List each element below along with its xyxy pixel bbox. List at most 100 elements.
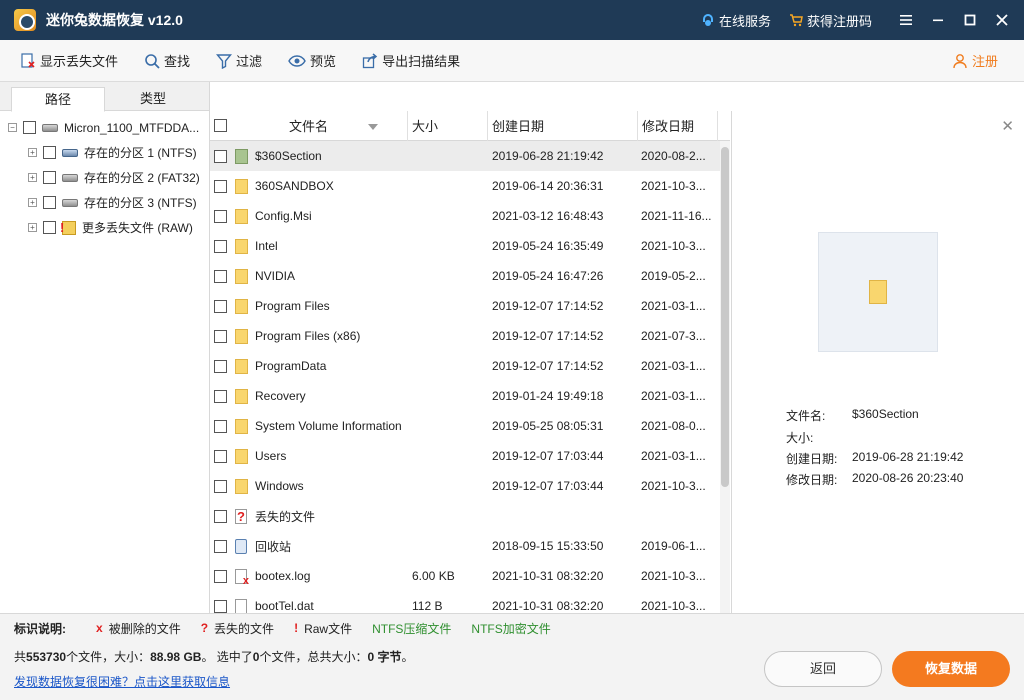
help-link[interactable]: 发现数据恢复很困难？点击这里获取信息 <box>14 673 230 690</box>
col-modified-header[interactable]: 修改日期 <box>638 111 718 141</box>
expand-toggle[interactable]: + <box>28 223 37 232</box>
file-row[interactable]: Recovery 2019-01-24 19:49:18 2021-03-1... <box>210 381 730 411</box>
preview-created-value: 2019-06-28 21:19:42 <box>852 450 964 464</box>
filter-button[interactable]: 过滤 <box>216 51 262 70</box>
online-service-link[interactable]: 在线服务 <box>701 11 771 30</box>
file-name-cell: 360SANDBOX <box>210 178 408 194</box>
file-checkbox[interactable] <box>214 239 227 253</box>
tree-checkbox[interactable] <box>43 171 56 184</box>
file-modified: 2021-10-3... <box>641 569 706 583</box>
menu-button[interactable] <box>890 0 922 40</box>
legend-ntfs-compressed: NTFS压缩文件 <box>372 621 452 636</box>
partition-drive-icon <box>62 148 78 157</box>
tree-item-partition-1[interactable]: + 存在的分区 1 (NTFS) <box>0 140 209 165</box>
scrollbar-thumb[interactable] <box>721 147 729 487</box>
file-modified: 2021-08-0... <box>641 419 706 433</box>
file-checkbox[interactable] <box>214 269 227 283</box>
file-row[interactable]: Config.Msi 2021-03-12 16:48:43 2021-11-16.… <box>210 201 730 231</box>
expand-toggle[interactable]: + <box>28 173 37 182</box>
file-checkbox[interactable] <box>214 179 227 193</box>
file-icon <box>235 598 247 613</box>
file-row[interactable]: Users 2019-12-07 17:03:44 2021-03-1... <box>210 441 730 471</box>
file-row[interactable]: Program Files (x86) 2019-12-07 17:14:52 20… <box>210 321 730 351</box>
preview-created-row: 创建日期: 2019-06-28 21:19:42 <box>786 450 963 467</box>
get-code-link[interactable]: 获得注册码 <box>789 11 872 30</box>
preview-button[interactable]: 预览 <box>288 51 336 70</box>
tree-checkbox[interactable] <box>43 146 56 159</box>
left-pane: 路径 类型 − Micron_1100_MTFDDA... + 存在的分区 1 … <box>0 82 210 613</box>
preview-name-label: 文件名: <box>786 409 826 423</box>
file-modified: 2021-03-1... <box>641 449 706 463</box>
col-name-label: 文件名 <box>289 119 329 134</box>
file-checkbox[interactable] <box>214 299 227 313</box>
file-name-cell: Recovery <box>210 388 408 404</box>
file-row[interactable]: Program Files 2019-12-07 17:14:52 2021-03-… <box>210 291 730 321</box>
maximize-icon <box>964 14 976 26</box>
tree-item-partition-2[interactable]: + 存在的分区 2 (FAT32) <box>0 165 209 190</box>
file-row[interactable]: Intel 2019-05-24 16:35:49 2021-10-3... <box>210 231 730 261</box>
file-checkbox[interactable] <box>214 359 227 373</box>
file-row[interactable]: Windows 2019-12-07 17:03:44 2021-10-3... <box>210 471 730 501</box>
raw-mark-icon: ! <box>294 621 299 635</box>
file-checkbox[interactable] <box>214 389 227 403</box>
search-icon <box>145 53 160 69</box>
file-size: 6.00 KB <box>412 569 455 583</box>
tree-checkbox[interactable] <box>43 196 56 209</box>
tree-item-lost-files[interactable]: + 更多丢失文件 (RAW) <box>0 215 209 240</box>
file-checkbox[interactable] <box>214 539 227 553</box>
file-row[interactable]: bootex.log 6.00 KB 2021-10-31 08:32:20 2021… <box>210 561 730 591</box>
file-checkbox[interactable] <box>214 599 227 613</box>
col-created-header[interactable]: 创建日期 <box>488 111 638 141</box>
recover-button[interactable]: 恢复数据 <box>892 651 1010 687</box>
file-row[interactable]: System Volume Information 2019-05-25 08:0… <box>210 411 730 441</box>
back-button[interactable]: 返回 <box>764 651 882 687</box>
collapse-toggle[interactable]: − <box>8 123 17 132</box>
expand-toggle[interactable]: + <box>28 198 37 207</box>
tree-root-disk[interactable]: − Micron_1100_MTFDDA... <box>0 115 209 140</box>
tab-path[interactable]: 路径 <box>11 87 105 112</box>
file-checkbox[interactable] <box>214 479 227 493</box>
file-row[interactable]: bootTel.dat 112 B 2021-10-31 08:32:20 2021-… <box>210 591 730 613</box>
legend-raw: ! Raw文件 <box>294 620 352 637</box>
tab-type[interactable]: 类型 <box>106 87 200 111</box>
file-name: System Volume Information <box>255 419 402 433</box>
user-icon <box>953 53 967 68</box>
tree-checkbox[interactable] <box>43 221 56 234</box>
file-checkbox[interactable] <box>214 419 227 433</box>
folder-icon <box>869 280 887 304</box>
file-checkbox[interactable] <box>214 449 227 463</box>
file-row[interactable]: ProgramData 2019-12-07 17:14:52 2021-03-1.… <box>210 351 730 381</box>
col-name-header[interactable]: 文件名 <box>210 111 408 141</box>
expand-toggle[interactable]: + <box>28 148 37 157</box>
show-lost-files-button[interactable]: 显示丢失文件 <box>20 51 118 70</box>
file-list-scrollbar[interactable] <box>720 141 730 613</box>
register-button[interactable]: 注册 <box>952 51 998 70</box>
file-row[interactable]: $360Section 2019-06-28 21:19:42 2020-08-2.… <box>210 141 730 171</box>
file-checkbox[interactable] <box>214 209 227 223</box>
file-name-cell: bootex.log <box>210 568 408 584</box>
file-row[interactable]: 回收站 2018-09-15 15:33:50 2019-06-1... <box>210 531 730 561</box>
col-size-header[interactable]: 大小 <box>408 111 488 141</box>
file-modified: 2021-10-3... <box>641 599 706 613</box>
select-all-checkbox[interactable] <box>214 119 227 132</box>
preview-modified-value: 2020-08-26 20:23:40 <box>852 471 964 485</box>
file-row[interactable]: 360SANDBOX 2019-06-14 20:36:31 2021-10-3..… <box>210 171 730 201</box>
maximize-button[interactable] <box>954 0 986 40</box>
file-row[interactable]: 丢失的文件 <box>210 501 730 531</box>
file-size: 112 B <box>412 599 443 613</box>
export-results-button[interactable]: 导出扫描结果 <box>362 51 460 70</box>
file-name-cell: Program Files (x86) <box>210 328 408 344</box>
find-button[interactable]: 查找 <box>144 51 190 70</box>
file-row[interactable]: NVIDIA 2019-05-24 16:47:26 2019-05-2... <box>210 261 730 291</box>
close-preview-icon[interactable]: ✕ <box>1001 117 1014 135</box>
tree-checkbox[interactable] <box>23 121 36 134</box>
close-button[interactable] <box>986 0 1018 40</box>
preview-name-row: 文件名: $360Section <box>786 407 919 424</box>
eye-icon <box>288 54 306 67</box>
file-checkbox[interactable] <box>214 509 227 523</box>
file-checkbox[interactable] <box>214 569 227 583</box>
file-checkbox[interactable] <box>214 329 227 343</box>
tree-item-partition-3[interactable]: + 存在的分区 3 (NTFS) <box>0 190 209 215</box>
file-checkbox[interactable] <box>214 149 227 163</box>
minimize-button[interactable] <box>922 0 954 40</box>
